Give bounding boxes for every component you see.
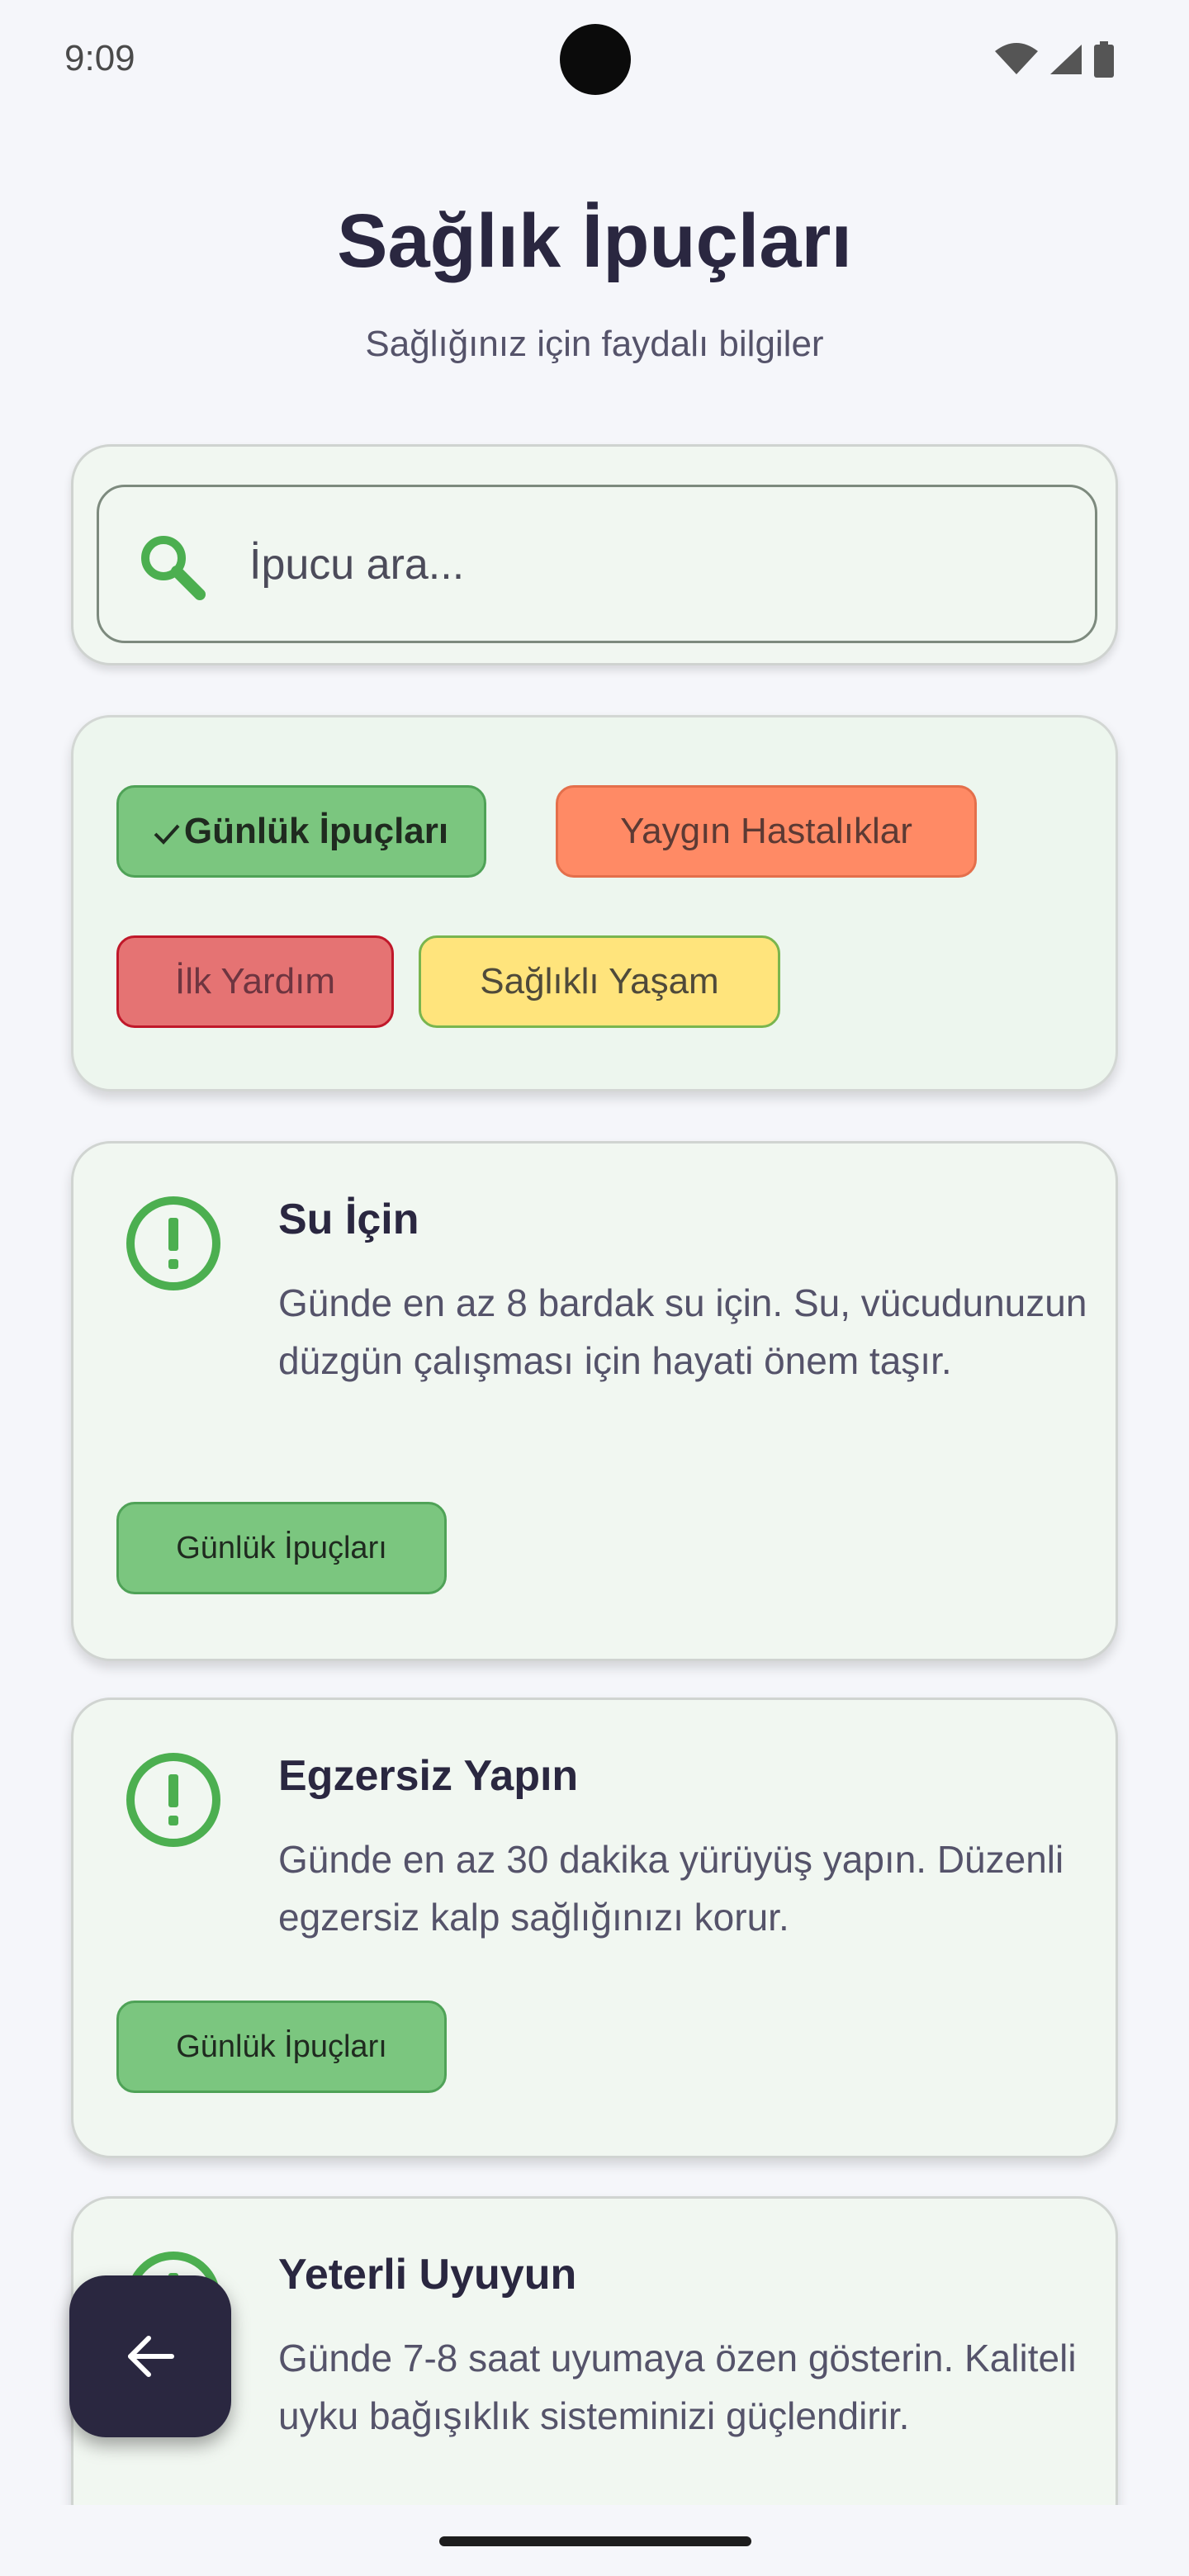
category-filter-card: Günlük İpuçları Yaygın Hastalıklar İlk Y… <box>71 715 1118 1091</box>
search-icon <box>141 536 206 600</box>
tip-category-badge: Günlük İpuçları <box>116 1502 447 1594</box>
search-card: İpucu ara... <box>71 444 1118 665</box>
tip-title: Yeterli Uyuyun <box>278 2251 577 2299</box>
info-alert-icon <box>126 1196 220 1290</box>
chip-label: Yaygın Hastalıklar <box>620 811 912 851</box>
tip-card[interactable]: Su İçin Günde en az 8 bardak su için. Su… <box>71 1141 1118 1661</box>
tip-card[interactable]: Egzersiz Yapın Günde en az 30 dakika yür… <box>71 1698 1118 2158</box>
gesture-handle[interactable] <box>439 2536 751 2546</box>
tip-text: Günde en az 30 dakika yürüyüş yapın. Düz… <box>278 1838 1064 1939</box>
category-chip-daily-tips[interactable]: Günlük İpuçları <box>116 785 486 878</box>
chip-label: Günlük İpuçları <box>183 811 449 851</box>
screen: 9:09 Sağlık İpuçları Sağlığınız için fay… <box>0 0 1189 2576</box>
search-input[interactable]: İpucu ara... <box>97 485 1097 643</box>
page-title: Sağlık İpuçları <box>337 199 852 283</box>
tip-title: Su İçin <box>278 1196 419 1243</box>
arrow-left-icon <box>128 2336 174 2377</box>
tip-category-badge: Günlük İpuçları <box>116 2001 447 2093</box>
wifi-icon <box>995 43 1038 74</box>
status-time: 9:09 <box>64 38 135 78</box>
chip-label: Sağlıklı Yaşam <box>480 961 719 1002</box>
camera-cutout <box>560 24 631 95</box>
category-chip-healthy-living[interactable]: Sağlıklı Yaşam <box>419 935 780 1028</box>
status-icons <box>994 41 1115 78</box>
tip-text: Günde 7-8 saat uyumaya özen gösterin. Ka… <box>278 2337 1077 2437</box>
category-chip-common-diseases[interactable]: Yaygın Hastalıklar <box>556 785 977 878</box>
battery-icon <box>1094 41 1114 78</box>
info-alert-icon <box>126 1753 220 1847</box>
status-bar: 9:09 <box>0 0 1189 124</box>
tip-title: Egzersiz Yapın <box>278 1752 579 1800</box>
signal-icon <box>1050 45 1082 74</box>
tip-text: Günde en az 8 bardak su için. Su, vücudu… <box>278 1281 1087 1382</box>
chip-label: İlk Yardım <box>175 961 335 1002</box>
check-icon <box>154 824 180 845</box>
page-subtitle: Sağlığınız için faydalı bilgiler <box>365 324 824 364</box>
category-chip-first-aid[interactable]: İlk Yardım <box>116 935 394 1028</box>
search-placeholder: İpucu ara... <box>249 541 465 589</box>
back-fab-button[interactable] <box>69 2275 231 2437</box>
